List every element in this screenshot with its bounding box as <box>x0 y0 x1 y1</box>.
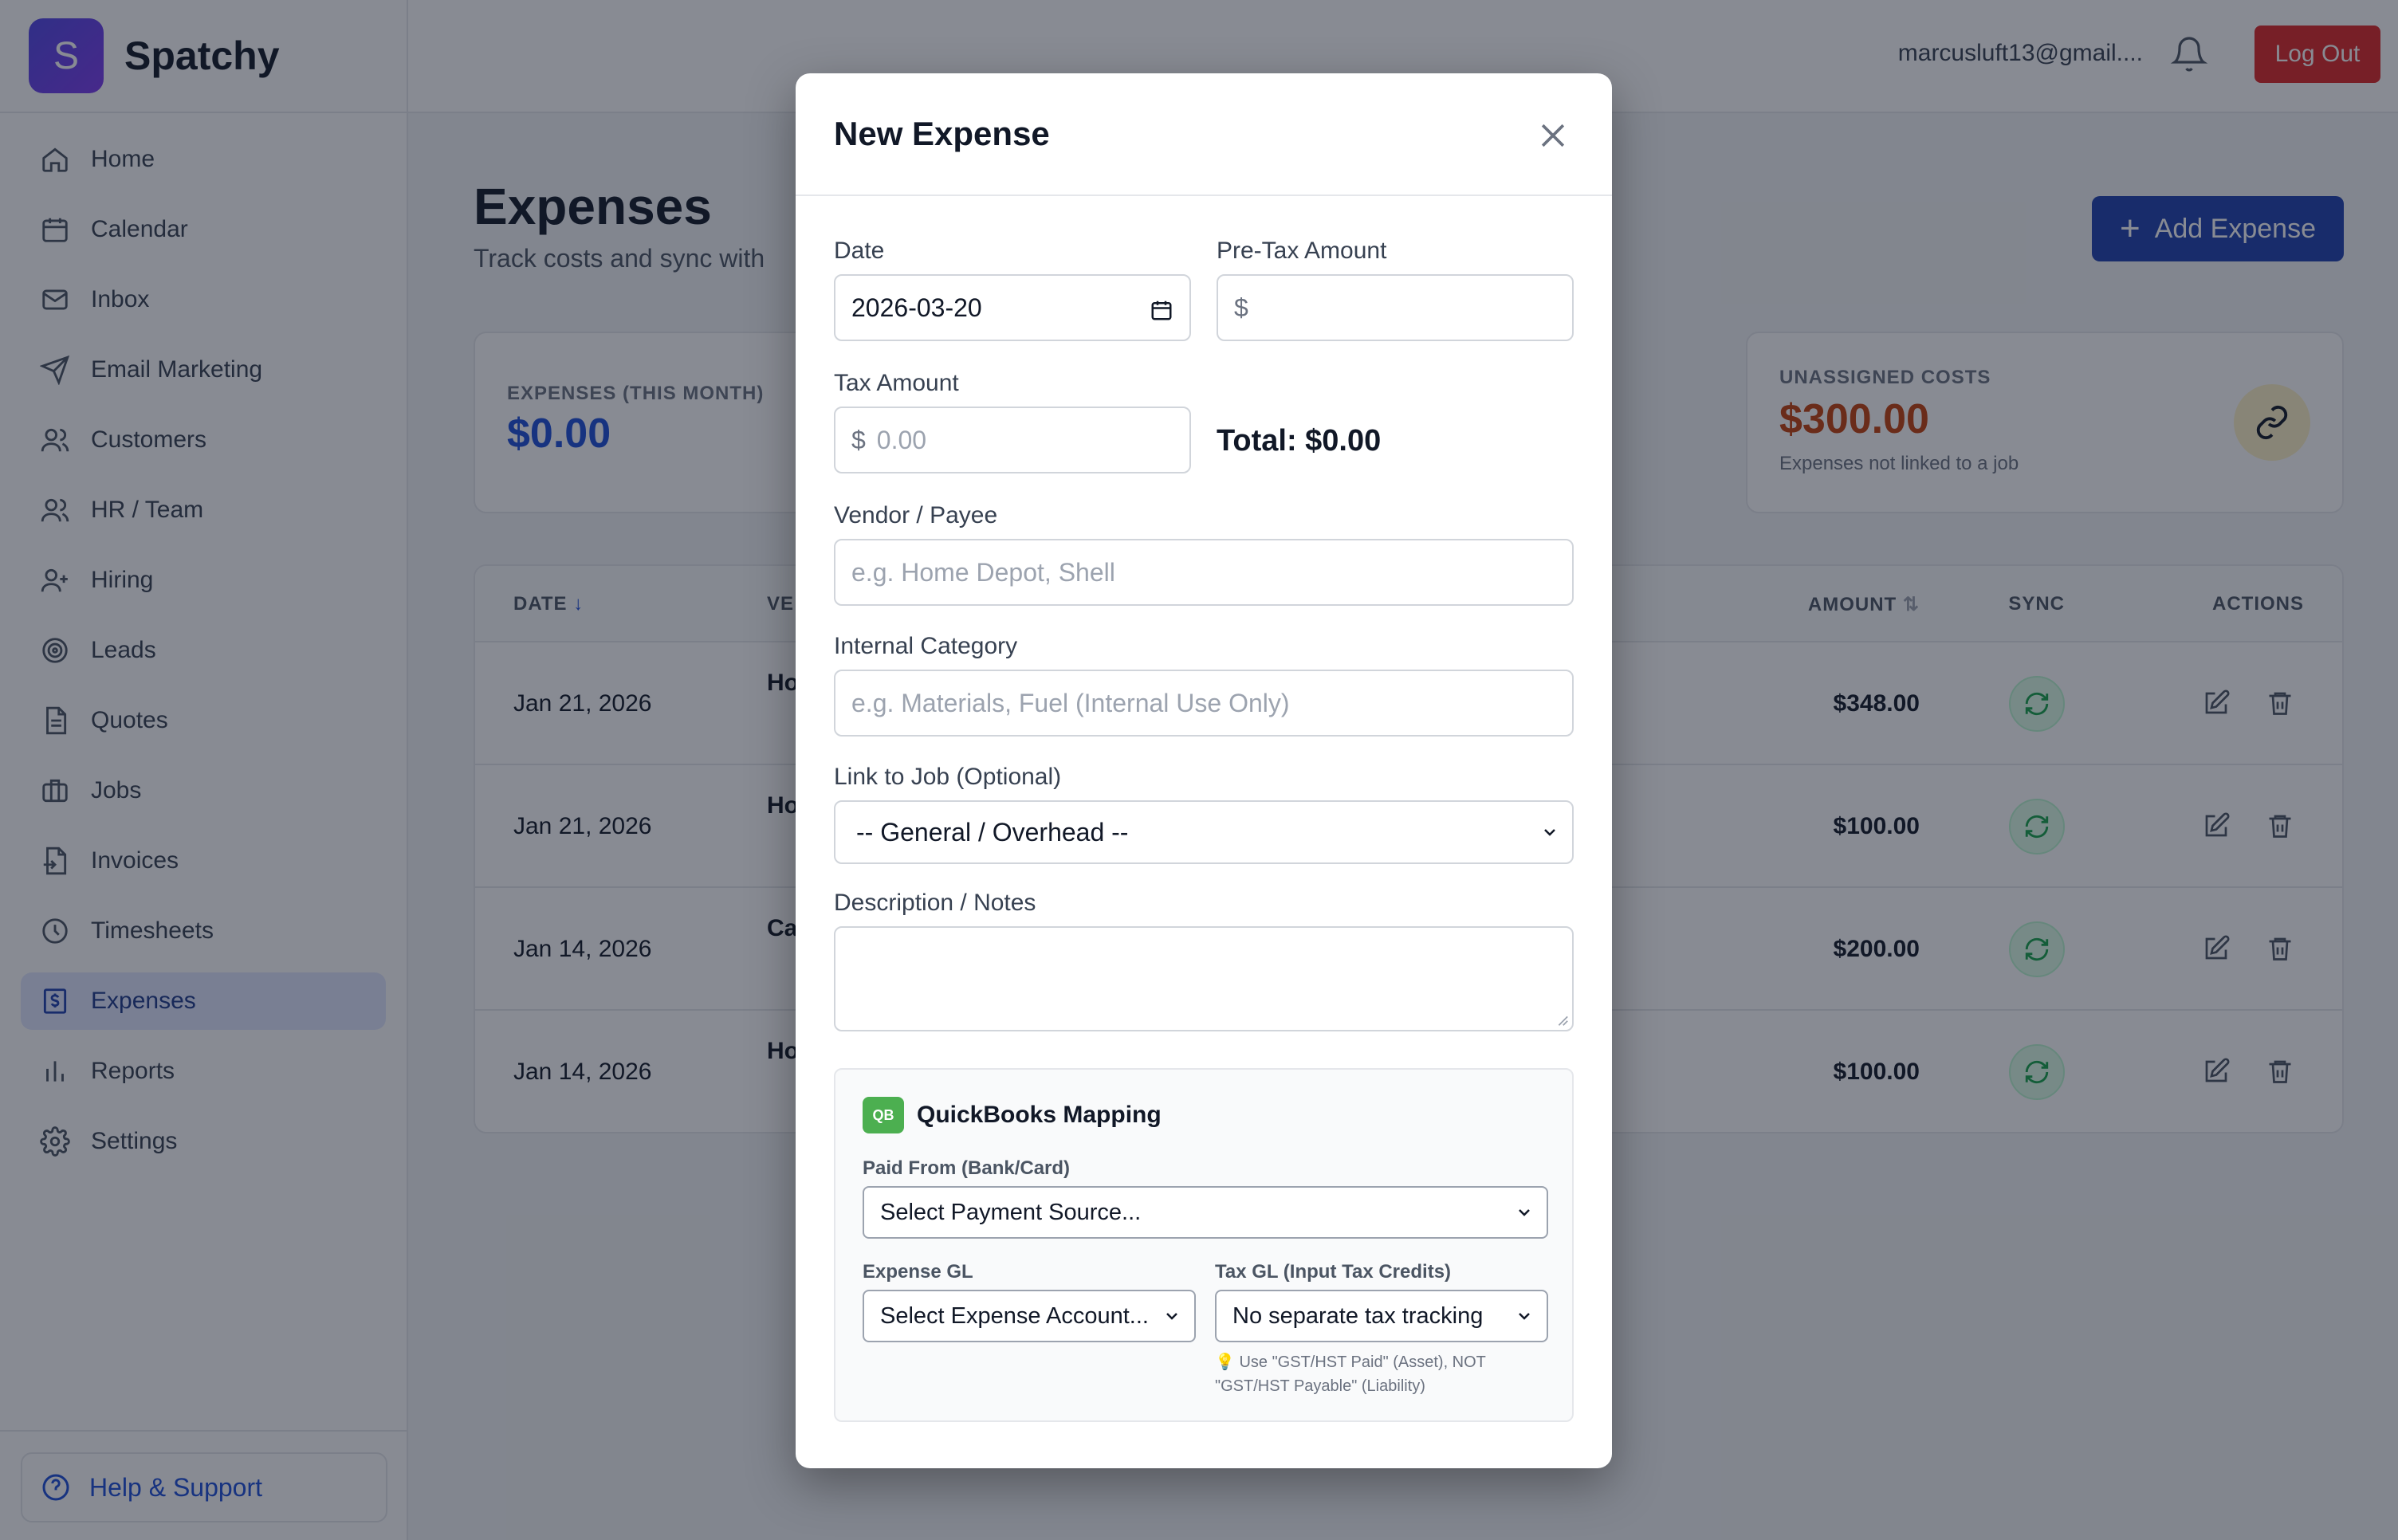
close-icon[interactable] <box>1535 118 1570 153</box>
quickbooks-title: QuickBooks Mapping <box>917 1102 1162 1128</box>
chevron-down-icon <box>1519 1313 1530 1320</box>
paid-from-label: Paid From (Bank/Card) <box>863 1157 1071 1179</box>
tax-gl-value: No separate tax tracking <box>1232 1302 1484 1329</box>
date-value: 2026-03-20 <box>851 293 982 322</box>
tax-gl-select[interactable]: No separate tax tracking <box>1215 1290 1548 1342</box>
chevron-down-icon <box>1544 829 1555 836</box>
paid-from-select[interactable]: Select Payment Source... <box>863 1186 1548 1239</box>
new-expense-modal: New Expense Date 2026-03-20 Pre-Tax Amou… <box>796 73 1612 1468</box>
tax-label: Tax Amount <box>834 370 959 396</box>
currency-symbol: $ <box>1234 293 1248 322</box>
date-input[interactable]: 2026-03-20 <box>834 274 1191 341</box>
vendor-placeholder: e.g. Home Depot, Shell <box>851 557 1115 587</box>
pretax-label: Pre-Tax Amount <box>1217 238 1387 264</box>
calendar-icon[interactable] <box>1150 298 1173 322</box>
tax-placeholder: 0.00 <box>876 425 927 454</box>
expense-gl-label: Expense GL <box>863 1261 973 1283</box>
resize-handle-icon[interactable] <box>1555 1012 1569 1027</box>
date-label: Date <box>834 238 885 264</box>
chevron-down-icon <box>1519 1209 1530 1216</box>
chevron-down-icon <box>1166 1313 1177 1320</box>
quickbooks-badge: QB <box>863 1097 904 1133</box>
tax-amount-input[interactable]: $ 0.00 <box>834 407 1191 473</box>
category-input[interactable]: e.g. Materials, Fuel (Internal Use Only) <box>834 670 1574 737</box>
quickbooks-mapping-panel: QB QuickBooks Mapping Paid From (Bank/Ca… <box>834 1068 1574 1422</box>
expense-gl-select[interactable]: Select Expense Account... <box>863 1290 1196 1342</box>
currency-symbol: $ <box>851 425 866 454</box>
tax-gl-hint: 💡 Use "GST/HST Paid" (Asset), NOT "GST/H… <box>1215 1353 1486 1395</box>
job-value: -- General / Overhead -- <box>856 817 1129 847</box>
pretax-amount-input[interactable]: $ <box>1217 274 1574 341</box>
tax-gl-label: Tax GL (Input Tax Credits) <box>1215 1261 1452 1283</box>
category-label: Internal Category <box>834 633 1018 659</box>
total-amount: Total: $0.00 <box>1217 424 1382 458</box>
vendor-label: Vendor / Payee <box>834 502 998 528</box>
modal-header: New Expense <box>796 73 1612 196</box>
notes-label: Description / Notes <box>834 890 1036 916</box>
vendor-input[interactable]: e.g. Home Depot, Shell <box>834 539 1574 606</box>
job-select[interactable]: -- General / Overhead -- <box>834 800 1574 864</box>
paid-from-value: Select Payment Source... <box>880 1199 1142 1225</box>
job-label: Link to Job (Optional) <box>834 764 1062 790</box>
expense-gl-value: Select Expense Account... <box>880 1302 1149 1329</box>
notes-textarea[interactable] <box>834 926 1574 1031</box>
category-placeholder: e.g. Materials, Fuel (Internal Use Only) <box>851 688 1290 717</box>
modal-title: New Expense <box>834 115 1050 152</box>
